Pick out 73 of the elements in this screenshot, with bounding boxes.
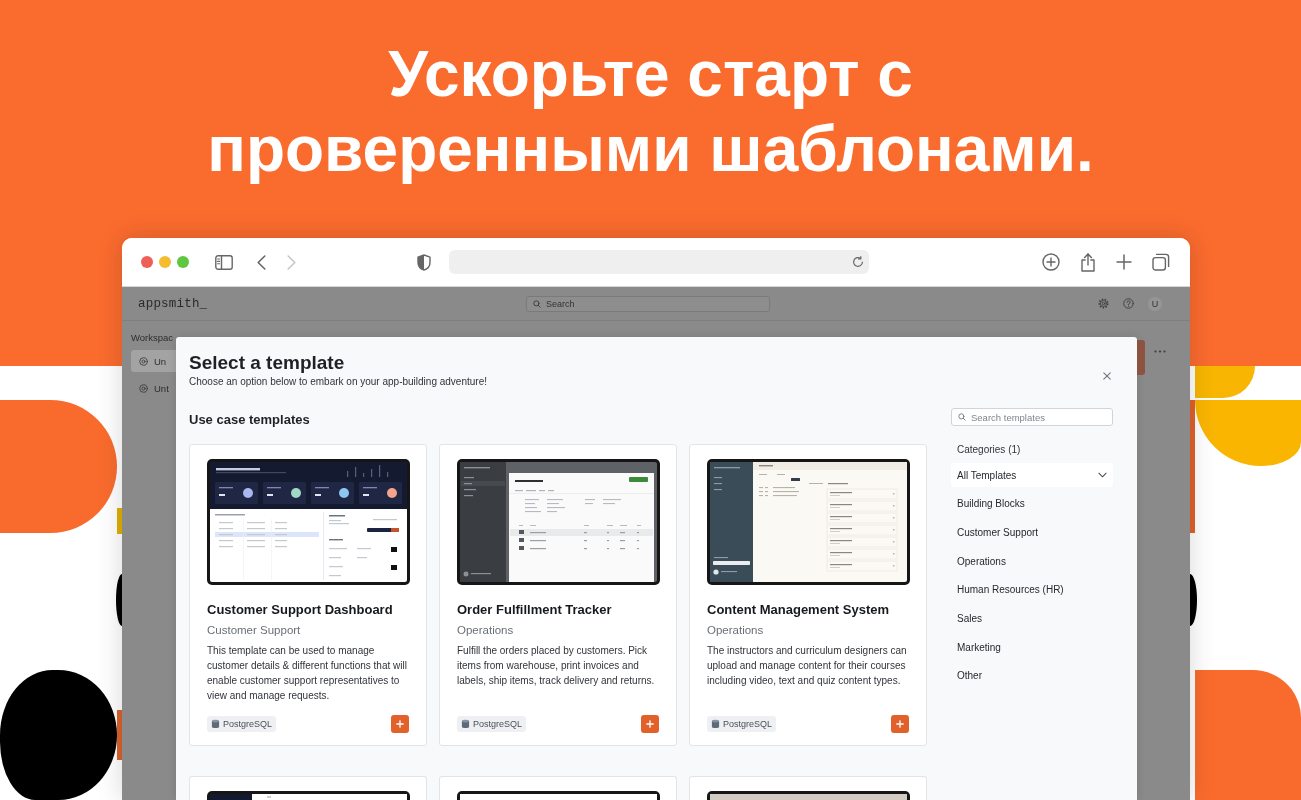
share-icon[interactable] xyxy=(1080,252,1096,272)
template-title: Content Management System xyxy=(707,601,891,619)
template-category: Operations xyxy=(707,623,765,638)
template-card[interactable]: Order Fulfillment Tracker Operations Fulfill the orders placed by customers. Pick items from warehouse, print invoices and labels, ship items, track delivery and returns. PostgreSQL xyxy=(439,444,677,746)
reload-icon[interactable] xyxy=(852,256,864,268)
user-avatar[interactable]: U xyxy=(1148,296,1162,311)
section-heading: Use case templates xyxy=(189,411,311,429)
search-icon xyxy=(958,413,966,421)
close-icon xyxy=(1103,372,1111,380)
plus-icon xyxy=(896,720,904,728)
shield-icon[interactable] xyxy=(417,253,431,271)
datasource-label: PostgreSQL xyxy=(223,719,273,729)
modal-title: Select a template xyxy=(189,351,346,375)
category-item[interactable]: Other xyxy=(951,663,1113,688)
category-item[interactable]: Building Blocks xyxy=(951,491,1113,516)
rounded-shape xyxy=(1195,366,1255,398)
shape-edge xyxy=(116,574,122,626)
add-button[interactable] xyxy=(391,715,409,733)
help-icon[interactable] xyxy=(1123,298,1134,309)
plus-icon xyxy=(396,720,404,728)
sidebar-toggle-icon[interactable] xyxy=(215,254,233,270)
tabs-icon[interactable] xyxy=(1152,253,1170,271)
category-item[interactable]: All Templates xyxy=(951,463,1113,487)
template-description: The instructors and curriculum designers can upload and manage content for their courses including video, text and quiz content types. xyxy=(707,644,908,688)
template-card[interactable] xyxy=(689,776,927,800)
category-item[interactable]: Operations xyxy=(951,549,1113,574)
search-field[interactable]: Search xyxy=(526,295,770,312)
sidebar-heading: Workspac xyxy=(131,332,175,344)
template-description: This template can be used to manage customer details & different functions that will enable customer support representatives to view and manage requests. xyxy=(207,644,408,703)
template-card[interactable] xyxy=(189,444,427,746)
template-category: Customer Support xyxy=(207,623,302,638)
modal-subtitle: Choose an option below to embark on your app-building adventure! xyxy=(189,375,488,389)
window-maximize-icon[interactable] xyxy=(177,256,189,268)
close-button[interactable] xyxy=(1100,369,1114,383)
shape-edge xyxy=(117,710,122,760)
category-item[interactable]: Customer Support xyxy=(951,520,1113,545)
template-card[interactable]: Content Management System Operations The instructors and curriculum designers can upload and manage content for their courses including video, text and quiz content types. PostgreSQL xyxy=(689,444,927,746)
headline: Ускорьте старт с проверенными шаблонами. xyxy=(206,37,1095,187)
shape-edge xyxy=(1190,574,1197,626)
categories-heading: Categories (1) xyxy=(956,443,1022,457)
plus-icon xyxy=(646,720,654,728)
database-icon xyxy=(461,719,470,729)
back-icon[interactable] xyxy=(257,254,266,270)
template-category: Operations xyxy=(457,623,515,638)
category-item[interactable]: Marketing xyxy=(951,635,1113,660)
datasource-label: PostgreSQL xyxy=(723,719,773,729)
database-icon xyxy=(711,719,720,729)
app-logo[interactable]: appsmith_ xyxy=(138,296,526,311)
category-item[interactable]: Human Resources (HR) xyxy=(951,577,1113,602)
circle-icon xyxy=(139,383,148,393)
circle-icon xyxy=(139,356,148,366)
template-card[interactable] xyxy=(439,776,677,800)
datasource-label: PostgreSQL xyxy=(473,719,523,729)
plus-circle-icon[interactable] xyxy=(1042,253,1060,271)
search-icon xyxy=(533,299,541,308)
template-card[interactable] xyxy=(189,776,427,800)
new-tab-icon[interactable] xyxy=(1116,254,1132,270)
more-icon[interactable] xyxy=(1154,350,1166,353)
sidebar-item[interactable]: Un xyxy=(131,350,176,372)
add-button[interactable] xyxy=(641,715,659,733)
template-title: Order Fulfillment Tracker xyxy=(457,601,613,619)
shape-edge xyxy=(117,508,122,534)
add-button[interactable] xyxy=(891,715,909,733)
template-title: Customer Support Dashboard xyxy=(207,601,394,619)
window-minimize-icon[interactable] xyxy=(159,256,171,268)
search-field[interactable]: Search templates xyxy=(951,408,1113,426)
category-item[interactable]: Sales xyxy=(951,606,1113,631)
window-close-icon[interactable] xyxy=(141,256,153,268)
sidebar-item[interactable]: Unt xyxy=(131,377,176,399)
settings-icon[interactable] xyxy=(1098,298,1109,309)
chevron-down-icon xyxy=(1098,472,1107,478)
template-description: Fulfill the orders placed by customers. Pick items from warehouse, print invoices and labels, ship items, track delivery and returns. xyxy=(457,644,656,688)
database-icon xyxy=(211,719,220,729)
